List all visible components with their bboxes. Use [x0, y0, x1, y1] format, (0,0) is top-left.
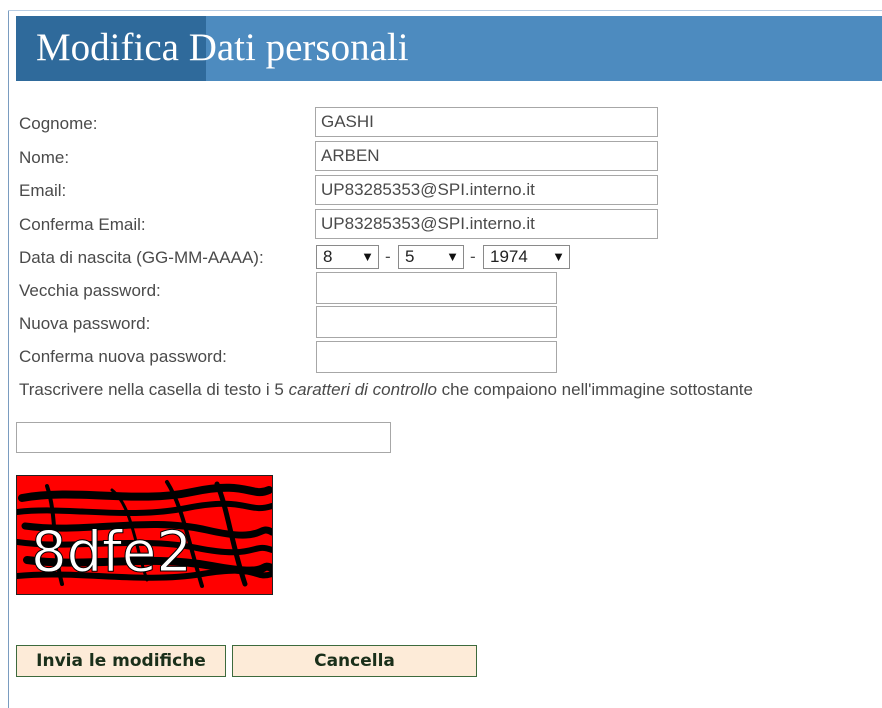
email-label: Email: [19, 181, 67, 200]
date-separator: - [385, 247, 391, 266]
captcha-image: 8dfe2 [16, 475, 273, 595]
conferma-email-field[interactable] [315, 209, 658, 239]
captcha-instruction-text-end: che compaiono nell'immagine sottostante [436, 380, 753, 399]
nuova-password-field[interactable] [316, 306, 557, 338]
chevron-down-icon: ▼ [552, 249, 565, 264]
data-nascita-label: Data di nascita (GG-MM-AAAA): [19, 248, 264, 267]
vecchia-password-label: Vecchia password: [19, 281, 161, 300]
submit-button[interactable]: Invia le modifiche [16, 645, 226, 677]
month-select-value: 5 [405, 247, 415, 266]
conferma-password-field[interactable] [316, 341, 557, 373]
cognome-label: Cognome: [19, 114, 98, 133]
frame-left-border [8, 10, 9, 708]
captcha-graphic: 8dfe2 [17, 480, 272, 588]
month-select[interactable]: 5 ▼ [398, 245, 464, 269]
captcha-instruction-text: Trascrivere nella casella di testo i 5 [19, 380, 289, 399]
email-field[interactable] [315, 175, 658, 205]
date-separator: - [470, 247, 476, 266]
captcha-input[interactable] [16, 422, 391, 453]
captcha-instruction: Trascrivere nella casella di testo i 5 c… [19, 379, 753, 401]
page-title: Modifica Dati personali [36, 26, 409, 69]
nome-label: Nome: [19, 148, 70, 167]
cancel-button[interactable]: Cancella [232, 645, 477, 677]
year-select-value: 1974 [490, 247, 528, 266]
cognome-field[interactable] [315, 107, 658, 137]
page-header: Modifica Dati personali [16, 16, 882, 81]
day-select-value: 8 [323, 247, 333, 266]
day-select[interactable]: 8 ▼ [316, 245, 379, 269]
vecchia-password-field[interactable] [316, 272, 557, 304]
year-select[interactable]: 1974 ▼ [483, 245, 570, 269]
frame-top-border [8, 10, 882, 11]
nome-field[interactable] [315, 141, 658, 171]
captcha-text: 8dfe2 [31, 520, 192, 585]
nuova-password-label: Nuova password: [19, 314, 151, 333]
conferma-email-label: Conferma Email: [19, 215, 146, 234]
conferma-password-label: Conferma nuova password: [19, 347, 227, 366]
chevron-down-icon: ▼ [361, 249, 374, 264]
captcha-instruction-emphasis: caratteri di controllo [288, 380, 437, 399]
chevron-down-icon: ▼ [446, 249, 459, 264]
